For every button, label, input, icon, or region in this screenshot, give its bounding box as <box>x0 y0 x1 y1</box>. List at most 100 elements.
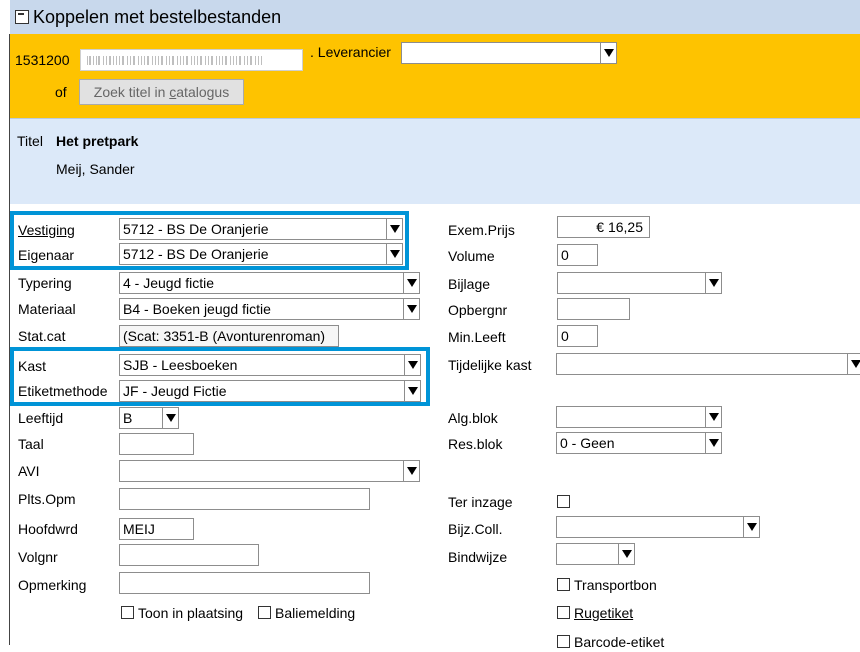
etiketmethode-value: JF - Jeugd Fictie <box>123 383 227 399</box>
eigenaar-value: 5712 - BS De Oranjerie <box>123 246 269 262</box>
book-author: Meij, Sander <box>56 161 135 177</box>
vestiging-select[interactable]: 5712 - BS De Oranjerie <box>119 218 403 240</box>
materiaal-value: B4 - Boeken jeugd fictie <box>123 301 271 317</box>
rugetiket-checkbox[interactable] <box>557 606 570 619</box>
toon-in-plaatsing-option[interactable]: Toon in plaatsing <box>121 603 243 623</box>
materiaal-select[interactable]: B4 - Boeken jeugd fictie <box>119 298 420 320</box>
transportbon-label: Transportbon <box>574 577 657 593</box>
etiketmethode-label: Etiketmethode <box>18 383 108 399</box>
eigenaar-label: Eigenaar <box>18 247 75 263</box>
leverancier-label: . Leverancier <box>310 44 391 60</box>
ter-inzage-label: Ter inzage <box>448 494 513 510</box>
barcode-etiket-checkbox[interactable] <box>557 635 570 648</box>
volgnr-input[interactable] <box>119 544 259 566</box>
opbergnr-input[interactable] <box>557 298 630 320</box>
bindwijze-select[interactable] <box>556 543 635 565</box>
resblok-select[interactable]: 0 - Geen <box>556 432 722 454</box>
window-icon <box>15 10 29 24</box>
exemprijs-label: Exem.Prijs <box>448 222 515 238</box>
kast-dropdown-icon[interactable] <box>404 355 420 375</box>
hoofdwrd-label: Hoofdwrd <box>18 521 78 537</box>
leeftijd-label: Leeftijd <box>18 410 64 426</box>
pltsopm-label: Plts.Opm <box>18 491 76 507</box>
etiketmethode-select[interactable]: JF - Jeugd Fictie <box>119 380 421 402</box>
resblok-dropdown-icon[interactable] <box>705 433 721 453</box>
barcode-input[interactable] <box>80 49 303 71</box>
volume-input[interactable]: 0 <box>557 244 598 266</box>
hoofdwrd-input[interactable]: MEIJ <box>119 518 194 540</box>
tijdelijke-kast-select[interactable] <box>556 353 860 375</box>
volgnr-label: Volgnr <box>18 549 58 565</box>
titel-label: Titel <box>17 133 43 149</box>
bijzcoll-select[interactable] <box>556 516 760 538</box>
bindwijze-dropdown-icon[interactable] <box>618 544 634 564</box>
resblok-label: Res.blok <box>448 436 503 452</box>
avi-label: AVI <box>18 463 40 479</box>
eigenaar-dropdown-icon[interactable] <box>386 244 402 264</box>
vestiging-dropdown-icon[interactable] <box>386 219 402 239</box>
tijdelijke-kast-dropdown-icon[interactable] <box>847 354 860 374</box>
vestiging-label: Vestiging <box>18 222 75 238</box>
search-catalogue-button[interactable]: Zoek titel in catalogus <box>79 79 244 105</box>
vestiging-value: 5712 - BS De Oranjerie <box>123 221 269 237</box>
toon-in-plaatsing-checkbox[interactable] <box>121 606 134 619</box>
book-title: Het pretpark <box>56 133 139 149</box>
window-title: Koppelen met bestelbestanden <box>33 7 282 27</box>
ter-inzage-checkbox[interactable] <box>557 495 570 508</box>
tijdelijke-kast-label: Tijdelijke kast <box>448 357 532 373</box>
leverancier-dropdown-icon[interactable] <box>600 43 616 63</box>
statcat-field: (Scat: 3351-B (Avonturenroman) <box>119 325 339 347</box>
leeftijd-dropdown-icon[interactable] <box>162 408 178 428</box>
algblok-label: Alg.blok <box>448 410 498 426</box>
pltsopm-input[interactable] <box>119 488 370 510</box>
opbergnr-label: Opbergnr <box>448 302 508 318</box>
typering-select[interactable]: 4 - Jeugd fictie <box>119 272 420 294</box>
toon-in-plaatsing-label: Toon in plaatsing <box>138 605 244 621</box>
taal-label: Taal <box>18 436 44 452</box>
bijlage-dropdown-icon[interactable] <box>705 273 721 293</box>
kast-value: SJB - Leesboeken <box>123 357 238 373</box>
materiaal-label: Materiaal <box>18 301 76 317</box>
exemprijs-input[interactable]: € 16,25 <box>557 216 650 238</box>
baliemelding-option[interactable]: Baliemelding <box>258 603 355 623</box>
materiaal-dropdown-icon[interactable] <box>403 299 419 319</box>
algblok-select[interactable] <box>556 406 722 428</box>
opmerking-input[interactable] <box>119 572 370 594</box>
typering-label: Typering <box>18 275 72 291</box>
baliemelding-checkbox[interactable] <box>258 606 271 619</box>
avi-select[interactable] <box>119 460 420 482</box>
of-label: of <box>55 84 67 100</box>
rugetiket-option[interactable]: Rugetiket <box>557 603 633 623</box>
barcode-image <box>87 56 262 65</box>
bijzcoll-label: Bijz.Coll. <box>448 521 503 537</box>
algblok-dropdown-icon[interactable] <box>705 407 721 427</box>
kast-select[interactable]: SJB - Leesboeken <box>119 354 421 376</box>
avi-dropdown-icon[interactable] <box>403 461 419 481</box>
bijlage-label: Bijlage <box>448 276 491 292</box>
bijlage-select[interactable] <box>557 272 722 294</box>
opmerking-label: Opmerking <box>18 577 87 593</box>
taal-input[interactable] <box>119 433 194 455</box>
kast-label: Kast <box>18 358 47 374</box>
item-number: 1531200 <box>15 52 70 68</box>
bindwijze-label: Bindwijze <box>448 549 508 565</box>
barcode-etiket-label: Barcode-etiket <box>574 634 665 650</box>
statcat-label: Stat.cat <box>18 328 66 344</box>
leverancier-select[interactable] <box>401 42 617 64</box>
rugetiket-label: Rugetiket <box>574 605 634 621</box>
window-titlebar: Koppelen met bestelbestanden <box>10 0 860 34</box>
etiketmethode-dropdown-icon[interactable] <box>404 381 420 401</box>
barcode-etiket-option[interactable]: Barcode-etiket <box>557 632 664 652</box>
volume-label: Volume <box>448 248 495 264</box>
leeftijd-value: B <box>123 410 133 426</box>
leeftijd-select[interactable]: B <box>119 407 179 429</box>
minleeft-label: Min.Leeft <box>448 329 506 345</box>
typering-dropdown-icon[interactable] <box>403 273 419 293</box>
eigenaar-select[interactable]: 5712 - BS De Oranjerie <box>119 243 403 265</box>
baliemelding-label: Baliemelding <box>275 605 356 621</box>
minleeft-input[interactable]: 0 <box>557 325 598 347</box>
typering-value: 4 - Jeugd fictie <box>123 275 215 291</box>
bijzcoll-dropdown-icon[interactable] <box>743 517 759 537</box>
transportbon-checkbox[interactable] <box>557 578 570 591</box>
transportbon-option[interactable]: Transportbon <box>557 575 657 595</box>
